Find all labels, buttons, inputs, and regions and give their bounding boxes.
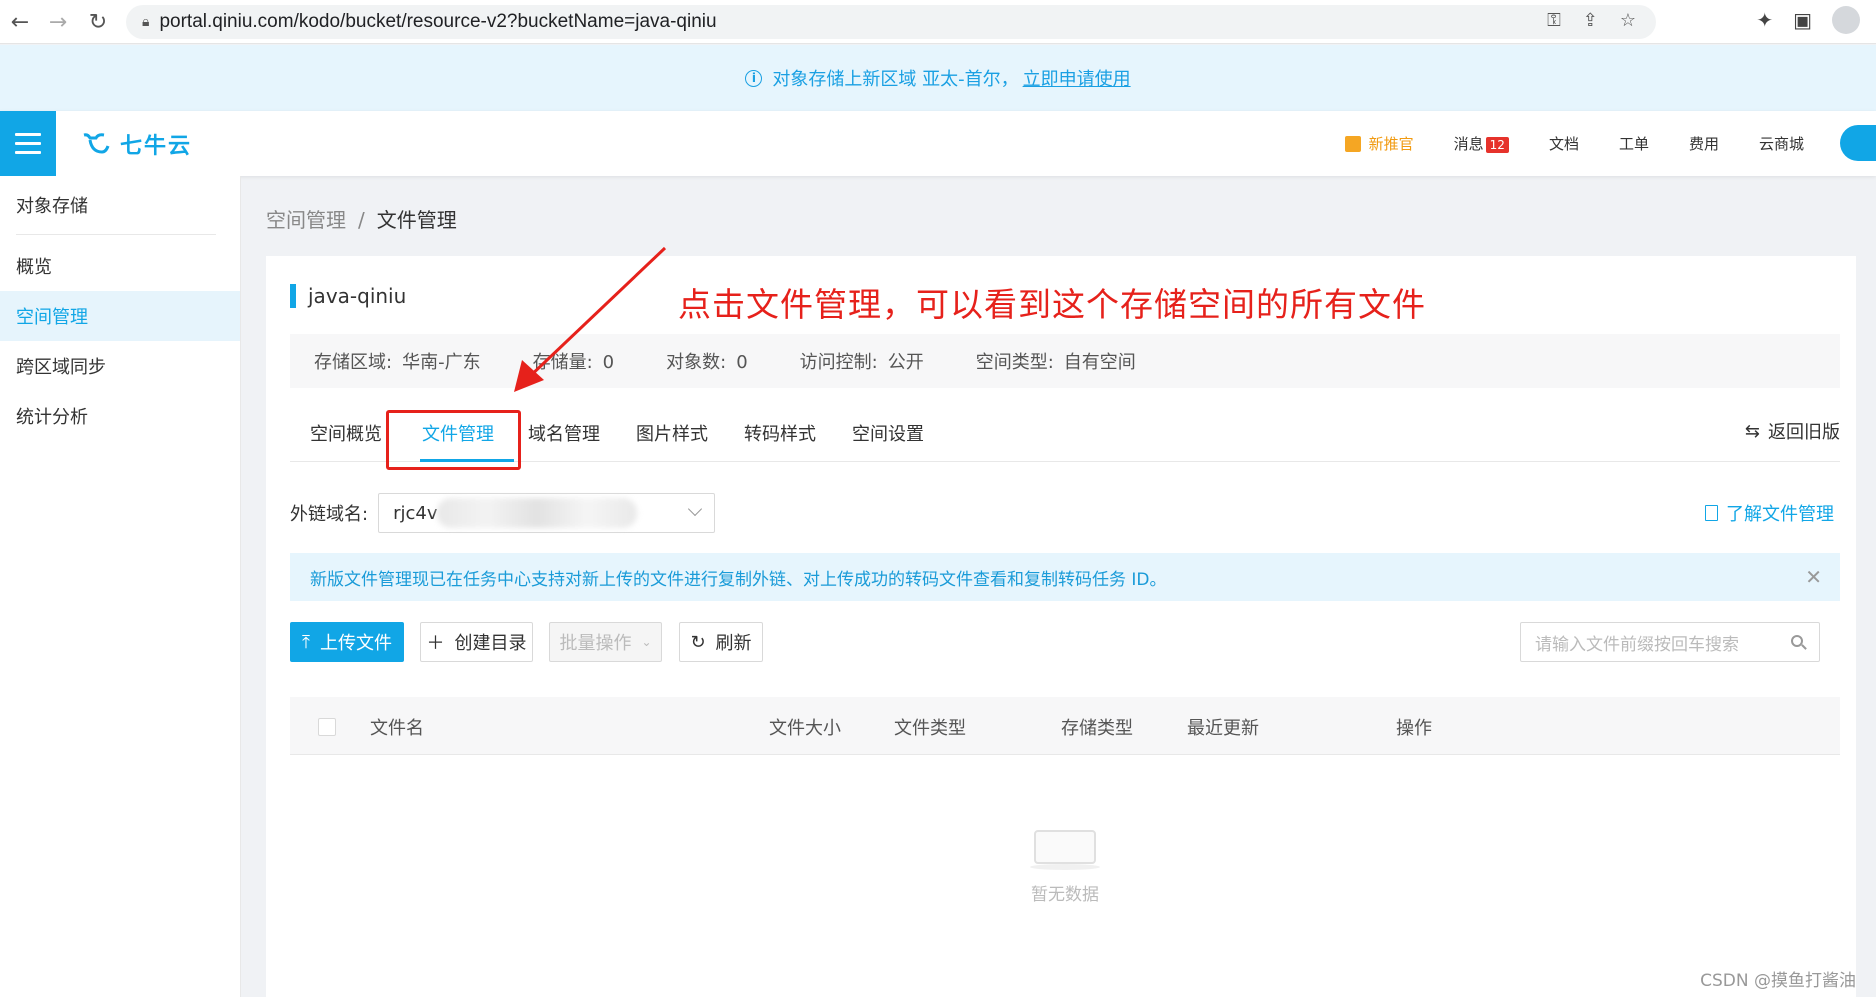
- column-actions: 操作: [1396, 718, 1432, 739]
- bucket-title: java-qiniu: [290, 284, 406, 308]
- create-directory-button[interactable]: ＋创建目录: [420, 622, 533, 662]
- swap-icon: ⇆: [1744, 420, 1760, 442]
- breadcrumb: 空间管理 / 文件管理: [266, 204, 457, 233]
- logo[interactable]: 七牛云: [82, 128, 192, 160]
- tab-bucket-settings[interactable]: 空间设置: [852, 420, 924, 446]
- file-toolbar: ⤒ 上传文件 ＋创建目录 批量操作 ⌄ ↻ 刷新 请输入文件前缀按回车搜索: [290, 622, 1840, 662]
- plus-icon: ＋: [426, 633, 445, 654]
- back-to-old-version[interactable]: ⇆ 返回旧版: [1745, 418, 1840, 444]
- column-file-name[interactable]: 文件名: [370, 714, 424, 740]
- domain-row: 外链域名: rjc4v: [290, 493, 716, 533]
- learn-file-management-link[interactable]: 了解文件管理: [1705, 500, 1834, 526]
- back-arrow-icon[interactable]: ←: [2, 4, 38, 40]
- nav-docs[interactable]: 文档: [1549, 133, 1579, 154]
- sidebar: 对象存储 概览 空间管理 跨区域同步 统计分析: [0, 176, 241, 997]
- breadcrumb-parent[interactable]: 空间管理: [266, 208, 346, 232]
- batch-operations-button[interactable]: 批量操作 ⌄: [549, 622, 662, 662]
- sidebar-item-bucket-management[interactable]: 空间管理: [0, 291, 240, 341]
- annotation-text: 点击文件管理，可以看到这个存储空间的所有文件: [678, 285, 1426, 324]
- nav-marketplace[interactable]: 云商城: [1759, 133, 1804, 154]
- domain-value: rjc4v: [393, 502, 438, 524]
- document-icon: [1705, 505, 1718, 521]
- address-bar[interactable]: 🔒︎ portal.qiniu.com/kodo/bucket/resource…: [126, 5, 1656, 39]
- refresh-button[interactable]: ↻ 刷新: [679, 622, 763, 662]
- annotation-highlight-box: [386, 410, 521, 470]
- column-file-type[interactable]: 文件类型: [894, 714, 966, 740]
- tab-domain-management[interactable]: 域名管理: [528, 420, 600, 446]
- title-accent-bar: [290, 284, 296, 308]
- search-icon[interactable]: [1791, 635, 1803, 647]
- refresh-icon: ↻: [690, 631, 706, 653]
- extensions-icon[interactable]: ✦: [1756, 8, 1773, 32]
- empty-state: 暂无数据: [266, 824, 1864, 905]
- reload-icon[interactable]: ↻: [80, 4, 116, 40]
- profile-avatar[interactable]: [1832, 6, 1860, 34]
- logo-text: 七牛云: [120, 133, 193, 159]
- gift-icon: [1344, 135, 1361, 152]
- notice-link[interactable]: 立即申请使用: [1023, 65, 1131, 91]
- upload-icon: ⤒: [302, 631, 310, 653]
- browser-toolbar: ← → ↻ 🔒︎ portal.qiniu.com/kodo/bucket/re…: [0, 0, 1876, 44]
- sidebar-title: 对象存储: [16, 196, 88, 217]
- user-avatar[interactable]: [1840, 125, 1876, 161]
- qiniu-logo-icon: [83, 132, 110, 154]
- forward-arrow-icon[interactable]: →: [40, 4, 76, 40]
- chevron-down-icon: [688, 501, 703, 517]
- nav-new-promoter[interactable]: 新推官: [1344, 133, 1414, 154]
- nav-billing[interactable]: 费用: [1689, 133, 1719, 154]
- annotation-arrow-icon: [514, 246, 667, 392]
- sidebar-item-cross-region-sync[interactable]: 跨区域同步: [0, 341, 240, 391]
- star-icon[interactable]: ☆: [1620, 10, 1636, 31]
- sidebar-item-statistics[interactable]: 统计分析: [0, 391, 240, 441]
- tab-image-styles[interactable]: 图片样式: [636, 420, 708, 446]
- chevron-down-icon: ⌄: [641, 635, 652, 649]
- url-text: portal.qiniu.com/kodo/bucket/resource-v2…: [159, 11, 717, 32]
- domain-select[interactable]: rjc4v: [378, 493, 716, 533]
- notice-banner: i 对象存储上新区域 亚太-首尔， 立即申请使用: [0, 45, 1876, 111]
- nav-messages[interactable]: 消息 12: [1454, 133, 1509, 154]
- column-last-updated[interactable]: 最近更新: [1187, 714, 1259, 740]
- upload-file-button[interactable]: ⤒ 上传文件: [290, 622, 404, 662]
- key-icon[interactable]: ⚿: [1547, 10, 1561, 31]
- message-count-badge: 12: [1485, 137, 1509, 153]
- domain-label: 外链域名:: [290, 504, 369, 525]
- tip-bar: 新版文件管理现已在任务中心支持对新上传的文件进行复制外链、对上传成功的转码文件查…: [290, 553, 1840, 601]
- breadcrumb-separator: /: [358, 208, 365, 232]
- lock-icon: 🔒︎: [142, 14, 150, 30]
- empty-text: 暂无数据: [1031, 885, 1099, 905]
- empty-box-icon: [1030, 824, 1100, 870]
- close-icon[interactable]: ✕: [1805, 565, 1822, 589]
- hamburger-menu-icon[interactable]: [0, 111, 56, 176]
- info-region: 存储区域: 华南-广东: [314, 352, 481, 373]
- share-icon[interactable]: ⇪: [1583, 10, 1598, 31]
- column-file-size[interactable]: 文件大小: [769, 714, 841, 740]
- breadcrumb-current: 文件管理: [376, 208, 457, 232]
- app-header: 七牛云 新推官 消息 12 文档 工单 费用 云商城: [0, 111, 1876, 176]
- info-access: 访问控制: 公开: [799, 352, 924, 373]
- header-nav: 新推官 消息 12 文档 工单 费用 云商城: [1344, 111, 1804, 176]
- file-search-input[interactable]: 请输入文件前缀按回车搜索: [1520, 622, 1820, 662]
- tab-transcode-styles[interactable]: 转码样式: [744, 420, 816, 446]
- redacted-blur: [437, 498, 638, 528]
- side-panel-icon[interactable]: ▣: [1793, 8, 1812, 32]
- sidebar-item-overview[interactable]: 概览: [0, 241, 240, 291]
- watermark: CSDN @摸鱼打酱油: [1700, 971, 1856, 991]
- column-storage-type[interactable]: 存储类型: [1061, 714, 1133, 740]
- file-table-header: 文件名 文件大小 文件类型 存储类型 最近更新 操作: [290, 697, 1840, 755]
- select-all-checkbox[interactable]: [318, 718, 336, 736]
- tip-text: 新版文件管理现已在任务中心支持对新上传的文件进行复制外链、对上传成功的转码文件查…: [310, 569, 1167, 590]
- tab-bucket-overview[interactable]: 空间概览: [310, 420, 382, 446]
- info-type: 空间类型: 自有空间: [975, 352, 1136, 373]
- nav-tickets[interactable]: 工单: [1619, 133, 1649, 154]
- info-icon: i: [745, 69, 763, 87]
- notice-text: 对象存储上新区域 亚太-首尔，: [772, 69, 1019, 90]
- tab-bar: 空间概览 文件管理 域名管理 图片样式 转码样式 空间设置 ⇆ 返回旧版: [290, 406, 1840, 470]
- bucket-name: java-qiniu: [308, 284, 407, 308]
